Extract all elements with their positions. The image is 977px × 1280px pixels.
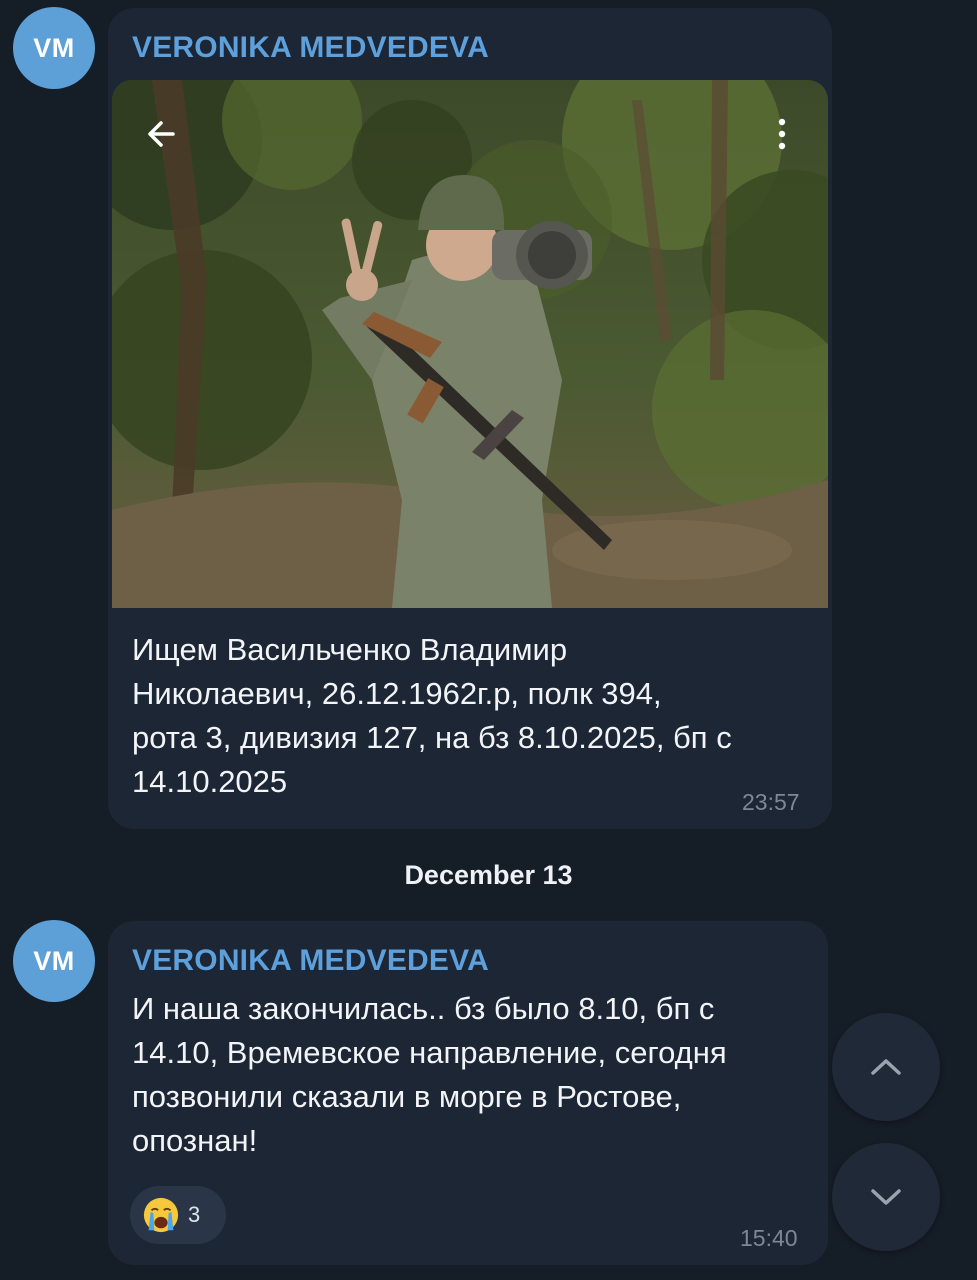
message-timestamp: 23:57 [742,789,800,815]
sender-avatar[interactable]: VM [13,920,95,1002]
message-bubble[interactable]: VERONIKA MEDVEDEVA Ищем Васильченко Влад… [108,8,832,829]
message-text: И наша закончилась.. бз было 8.10, бп с … [132,991,727,1158]
message-timestamp: 15:40 [740,1225,798,1251]
sender-name[interactable]: VERONIKA MEDVEDEVA [132,944,489,978]
avatar-initials: VM [33,945,75,976]
photo-soldier-in-forest [112,80,828,608]
avatar-initials: VM [33,32,75,63]
reaction-chip[interactable]: 3 [130,1186,226,1244]
sender-name[interactable]: VERONIKA MEDVEDEVA [132,31,489,65]
scroll-up-icon [871,1059,901,1075]
more-vert-icon[interactable] [772,114,792,154]
message-text: Ищем Васильченко Владимир Николаевич, 26… [132,632,732,799]
date-separator: December 13 [404,860,573,890]
message-photo[interactable] [112,80,828,608]
scroll-down-icon [871,1189,901,1205]
scroll-up-button[interactable] [832,1013,940,1121]
scroll-down-button[interactable] [832,1143,940,1251]
message-bubble[interactable]: VERONIKA MEDVEDEVA И наша закончилась.. … [108,921,828,1265]
reaction-count: 3 [188,1202,201,1227]
crying-face-icon [143,1197,179,1233]
sender-avatar[interactable]: VM [13,7,95,89]
back-arrow-icon[interactable] [143,114,183,154]
